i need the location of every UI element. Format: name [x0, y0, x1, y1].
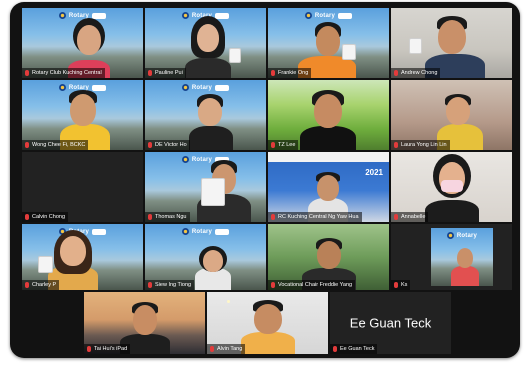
muted-mic-icon: [394, 282, 398, 288]
rotary-wheel-icon: [58, 84, 66, 91]
participant-name-label: Laura Yong Lin Lin: [391, 140, 450, 150]
event-logo-icon: [215, 228, 230, 235]
muted-mic-icon: [25, 70, 29, 76]
participant-tile[interactable]: Rotary Wong Chee Fi, BCKC: [22, 80, 143, 150]
rotary-wheel-icon: [181, 228, 189, 235]
muted-mic-icon: [25, 142, 29, 148]
participant-name-label: Alvin Tang: [207, 344, 246, 354]
participant-name-label: Wong Chee Fi, BCKC: [22, 140, 89, 150]
participant-tile[interactable]: Alvin Tang: [207, 292, 328, 354]
rotary-wheel-icon: [181, 84, 189, 91]
participant-video: Rotary: [431, 228, 493, 286]
muted-mic-icon: [25, 214, 29, 220]
mug: [342, 44, 356, 60]
participant-tile[interactable]: Rotary Rotary Club Kuching Central: [22, 8, 143, 78]
event-logo-icon: [92, 84, 107, 91]
event-logo-icon: [215, 12, 230, 19]
participant-tile[interactable]: TZ Lee: [268, 80, 389, 150]
participant-tile[interactable]: Rotary DE Victor Ho: [145, 80, 266, 150]
participant-tile[interactable]: Rotary Ks: [391, 224, 512, 290]
mug: [201, 178, 225, 206]
muted-mic-icon: [148, 142, 152, 148]
rotary-wheel-icon: [58, 12, 66, 19]
mug: [229, 48, 241, 63]
participant-name-label: Andrew Chong: [391, 68, 441, 78]
participant-tile[interactable]: Rotary Siew Ing Tiong: [145, 224, 266, 290]
participant-name-label: Vocational Chair Freddie Yang: [268, 280, 356, 290]
muted-mic-icon: [333, 346, 337, 352]
participant-name-label: Siew Ing Tiong: [145, 280, 195, 290]
participant-name-label: Frankie Ong: [268, 68, 312, 78]
rotary-banner: Rotary: [442, 231, 482, 240]
muted-mic-icon: [25, 282, 29, 288]
participant-name-label: DE Victor Ho: [145, 140, 190, 150]
participant-tile[interactable]: Rotary Pauline Pui: [145, 8, 266, 78]
participant-name-label: RC Kuching Central Ng Yaw Hua: [268, 212, 362, 222]
participant-tile[interactable]: Annabelle: [391, 152, 512, 222]
muted-mic-icon: [87, 346, 91, 352]
participant-tile[interactable]: 2021 RC Kuching Central Ng Yaw Hua: [268, 152, 389, 222]
participant-tile[interactable]: Rotary Thomas Ngu: [145, 152, 266, 222]
rotary-banner: Rotary: [175, 227, 237, 236]
participant-name-label: Thomas Ngu: [145, 212, 190, 222]
event-poster-year: 2021: [365, 168, 383, 177]
participant-name-label: Ee Guan Teck: [330, 344, 378, 354]
muted-mic-icon: [271, 214, 275, 220]
muted-mic-icon: [210, 346, 214, 352]
participant-tile[interactable]: Vocational Chair Freddie Yang: [268, 224, 389, 290]
muted-mic-icon: [271, 282, 275, 288]
rotary-banner: Rotary: [175, 83, 237, 92]
participant-name-label: Ks: [391, 280, 411, 290]
event-logo-icon: [215, 84, 230, 91]
participant-tile[interactable]: Laura Yong Lin Lin: [391, 80, 512, 150]
rotary-wheel-icon: [181, 12, 189, 19]
participant-name-label: Calvin Chong: [22, 212, 69, 222]
rotary-banner: Rotary: [298, 11, 360, 20]
muted-mic-icon: [394, 142, 398, 148]
participant-name-label: Rotary Club Kuching Central: [22, 68, 105, 78]
participant-name-label: Pauline Pui: [145, 68, 186, 78]
event-logo-icon: [92, 228, 107, 235]
muted-mic-icon: [394, 214, 398, 220]
participant-display-name: Ee Guan Teck: [349, 315, 432, 331]
muted-mic-icon: [271, 70, 275, 76]
participant-name-label: Annabelle: [391, 212, 429, 222]
mug: [38, 256, 53, 273]
event-logo-icon: [338, 12, 353, 19]
rotary-wheel-icon: [181, 156, 189, 163]
muted-mic-icon: [148, 70, 152, 76]
muted-mic-icon: [271, 142, 275, 148]
rotary-wheel-icon: [446, 232, 454, 239]
face-mask: [441, 180, 463, 192]
participant-tile[interactable]: Rotary Charley P: [22, 224, 143, 290]
participant-tile[interactable]: Ee Guan Teck Ee Guan Teck: [330, 292, 451, 354]
participant-name-label: TZ Lee: [268, 140, 299, 150]
participant-name-label: Charley P: [22, 280, 60, 290]
rotary-wheel-icon: [304, 12, 312, 19]
event-logo-icon: [92, 12, 107, 19]
muted-mic-icon: [148, 214, 152, 220]
muted-mic-icon: [148, 282, 152, 288]
participant-tile[interactable]: Tai Hui's iPad: [84, 292, 205, 354]
mug: [409, 38, 422, 54]
participant-tile[interactable]: Rotary Frankie Ong: [268, 8, 389, 78]
participant-name-label: Tai Hui's iPad: [84, 344, 131, 354]
participant-tile[interactable]: Andrew Chong: [391, 8, 512, 78]
video-gallery: Rotary Rotary Club Kuching Central Rotar…: [10, 2, 520, 358]
participant-tile[interactable]: Calvin Chong: [22, 152, 143, 222]
muted-mic-icon: [394, 70, 398, 76]
